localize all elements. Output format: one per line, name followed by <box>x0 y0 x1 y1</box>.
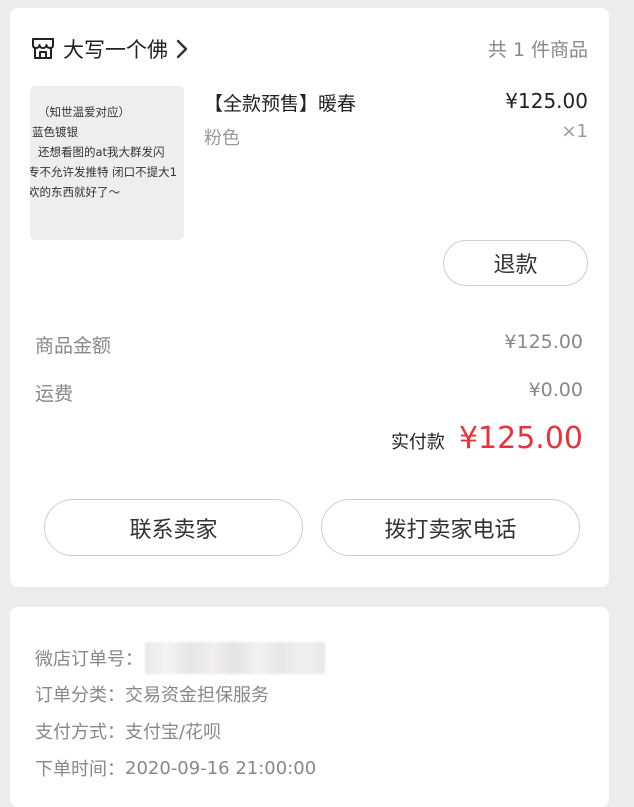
thumbnail-text-line: （知世温爱对应） <box>38 105 130 119</box>
paid-amount-label: 实付款 <box>390 432 445 453</box>
product-spec: 粉色 <box>204 128 240 149</box>
goods-amount-label: 商品金额 <box>35 335 112 357</box>
call-seller-button[interactable]: 拨打卖家电话 <box>321 499 580 556</box>
store-icon <box>32 38 54 59</box>
order-info-card: 微店订单号： 订单分类： 交易资金担保服务 支付方式： 支付宝/花呗 下单时间：… <box>10 607 609 807</box>
product-quantity: ×1 <box>561 121 588 142</box>
thumbnail-text-line: 欢的东西就好了～ <box>30 185 120 199</box>
refund-button[interactable]: 退款 <box>443 240 588 286</box>
order-category-row: 订单分类： 交易资金担保服务 <box>35 681 269 707</box>
item-count: 共 1 件商品 <box>487 39 588 61</box>
payment-method-label: 支付方式： <box>35 722 125 743</box>
shop-header[interactable]: 大写一个佛 <box>30 34 188 64</box>
chevron-right-icon <box>176 39 188 59</box>
thumbnail-text-line: 蓝色镀银 <box>32 125 78 139</box>
order-time-value: 2020-09-16 21:00:00 <box>125 757 317 779</box>
order-number-row: 微店订单号： <box>35 642 325 674</box>
paid-amount-row: 实付款 ¥125.00 <box>391 421 583 456</box>
shipping-label: 运费 <box>35 383 74 405</box>
order-category-value: 交易资金担保服务 <box>125 685 269 706</box>
order-number-redacted <box>145 642 325 674</box>
payment-method-value: 支付宝/花呗 <box>125 722 222 743</box>
product-title[interactable]: 【全款预售】暖春 <box>204 89 356 116</box>
order-category-label: 订单分类： <box>35 685 125 706</box>
order-number-label: 微店订单号： <box>35 649 143 670</box>
product-thumbnail[interactable]: （知世温爱对应） 蓝色镀银 还想看图的at我大群发闪 专不允许发推特 闭口不提大… <box>30 86 184 240</box>
goods-amount-value: ¥125.00 <box>504 331 583 353</box>
paid-amount-value: ¥125.00 <box>458 421 583 456</box>
payment-method-row: 支付方式： 支付宝/花呗 <box>35 718 221 744</box>
thumbnail-text-line: 还想看图的at我大群发闪 <box>38 145 165 159</box>
shipping-value: ¥0.00 <box>528 379 583 401</box>
contact-seller-button[interactable]: 联系卖家 <box>44 499 303 556</box>
order-card: 大写一个佛 共 1 件商品 （知世温爱对应） 蓝色镀银 还想看图的at我大群发闪… <box>10 8 609 587</box>
order-time-label: 下单时间： <box>35 759 125 780</box>
order-time-row: 下单时间： 2020-09-16 21:00:00 <box>35 755 316 781</box>
product-price: ¥125.00 <box>505 89 588 113</box>
shop-name[interactable]: 大写一个佛 <box>63 34 168 64</box>
thumbnail-text-line: 专不允许发推特 闭口不提大1 <box>30 165 177 179</box>
